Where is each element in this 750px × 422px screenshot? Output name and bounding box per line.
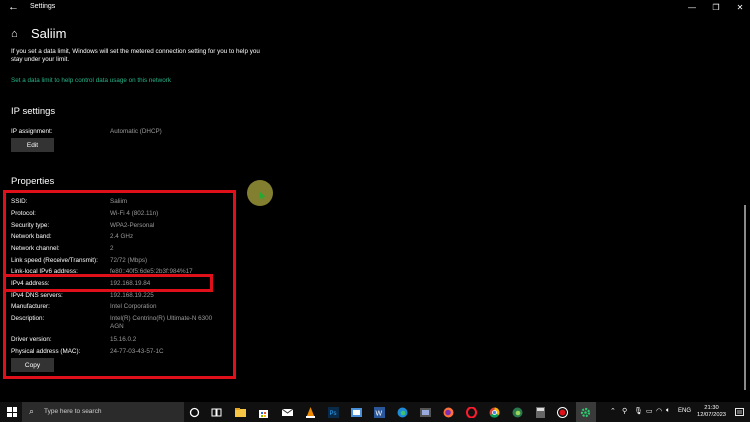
mouse-pointer-icon [260, 192, 266, 200]
wifi-icon[interactable]: ◠ [656, 407, 662, 415]
firefox-icon[interactable] [443, 407, 454, 418]
task-view-icon[interactable] [211, 407, 222, 418]
opera-icon[interactable] [466, 407, 477, 418]
clock-date: 12/07/2023 [697, 412, 727, 418]
language-indicator[interactable]: ENG [678, 408, 691, 414]
file-explorer-icon[interactable] [235, 407, 246, 418]
cortana-icon[interactable] [189, 407, 200, 418]
page-title: Saliim [31, 26, 67, 41]
battery-icon[interactable]: ▭ [646, 407, 653, 415]
search-icon: ⌕ [29, 406, 35, 416]
search-placeholder: Type here to search [44, 408, 102, 415]
edge-dev-icon[interactable] [512, 407, 523, 418]
svg-text:Ps: Ps [330, 411, 337, 417]
calculator-icon[interactable] [535, 407, 546, 418]
svg-text:W: W [376, 411, 383, 418]
maximize-icon[interactable]: ❐ [710, 2, 722, 14]
back-arrow-icon[interactable]: ← [8, 1, 20, 14]
notifications-icon[interactable] [734, 407, 745, 418]
home-icon: ⌂ [11, 28, 18, 40]
word-icon[interactable]: W [374, 407, 385, 418]
mail-icon[interactable] [282, 407, 293, 418]
scrollbar[interactable] [744, 205, 746, 390]
taskbar-search-box[interactable]: ⌕ Type here to search [22, 402, 184, 422]
vlc-icon[interactable] [305, 407, 316, 418]
ip-settings-heading: IP settings [11, 106, 56, 117]
photoshop-icon[interactable]: Ps [328, 407, 339, 418]
chrome-icon[interactable] [489, 407, 500, 418]
windows-start-icon[interactable] [7, 407, 17, 417]
snipping-icon[interactable] [420, 407, 431, 418]
store-icon[interactable] [258, 407, 269, 418]
close-icon[interactable]: ✕ [734, 2, 746, 14]
metered-info-text: If you set a data limit, Windows will se… [11, 48, 260, 64]
clock[interactable]: 21:30 12/07/2023 [697, 405, 726, 419]
microphone-icon: 🎙︎ [634, 408, 643, 415]
edge-icon[interactable] [397, 407, 408, 418]
ip-assignment-label: IP assignment: [11, 128, 53, 135]
edit-button[interactable]: Edit [11, 138, 54, 152]
title-bar: ← Settings — ❐ ✕ [0, 0, 750, 16]
minimize-icon[interactable]: — [686, 2, 698, 14]
show-hidden-icons-icon[interactable]: ⌃ [610, 407, 616, 415]
window-title: Settings [30, 3, 56, 10]
ip-assignment-value: Automatic (DHCP) [110, 128, 162, 135]
volume-icon[interactable]: 🔈︎ [666, 407, 670, 415]
ipv4-highlight-box [3, 274, 213, 292]
settings-icon[interactable] [580, 407, 591, 418]
record-icon[interactable] [557, 407, 568, 418]
properties-heading: Properties [11, 176, 55, 187]
clock-time: 21:30 [704, 405, 719, 411]
paint-icon[interactable] [351, 407, 362, 418]
location-icon: ⚲ [622, 408, 628, 415]
taskbar: ⌕ Type here to search Ps W ⌃ ⚲ 🎙︎ ▭ ◠ 🔈︎… [0, 402, 750, 422]
data-limit-link[interactable]: Set a data limit to help control data us… [11, 77, 171, 84]
